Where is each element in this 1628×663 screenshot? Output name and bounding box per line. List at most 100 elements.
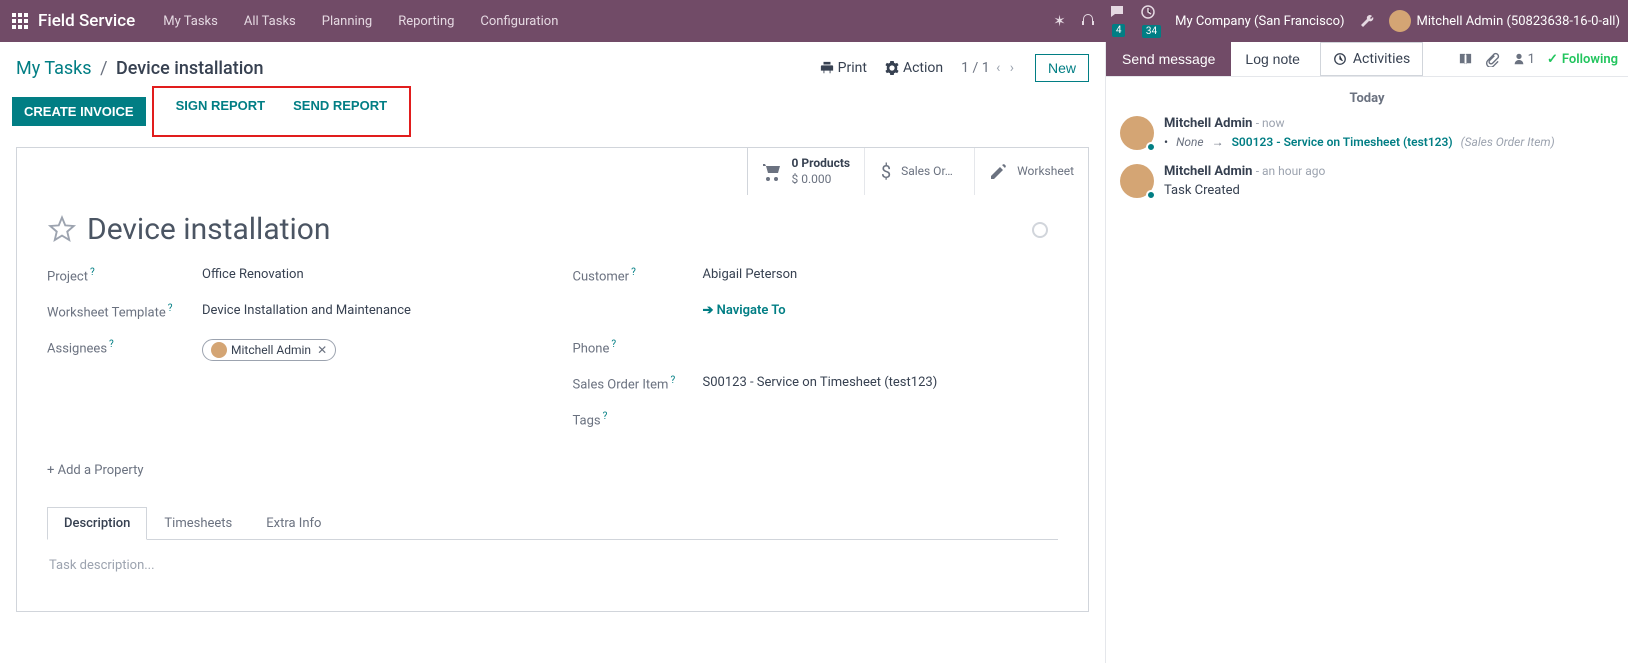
log-time: - now	[1256, 116, 1285, 130]
stat-buttons: 0 Products $ 0.000 $ Sales Or… Worksheet	[747, 148, 1088, 195]
following-label: Following	[1562, 52, 1618, 67]
arrow-right-icon: ➔	[703, 303, 717, 318]
highlighted-report-buttons: SIGN REPORT SEND REPORT	[152, 86, 411, 137]
support-icon[interactable]	[1080, 13, 1096, 29]
log-body: Task Created	[1164, 183, 1614, 198]
attachment-icon[interactable]	[1485, 52, 1500, 67]
change-field-label: (Sales Order Item)	[1461, 135, 1555, 149]
tab-description[interactable]: Description	[47, 507, 147, 540]
avatar[interactable]	[1120, 164, 1154, 198]
chatter-body: Today Mitchell Admin - now • None → S001…	[1106, 77, 1628, 226]
sign-report-button[interactable]: SIGN REPORT	[162, 92, 280, 119]
nav-my-tasks[interactable]: My Tasks	[151, 14, 230, 29]
nav-planning[interactable]: Planning	[310, 14, 384, 29]
record-title[interactable]: Device installation	[87, 212, 330, 247]
add-property-button[interactable]: + Add a Property	[47, 463, 1058, 478]
dollar-icon: $	[879, 162, 891, 182]
tab-timesheets[interactable]: Timesheets	[147, 507, 249, 540]
presence-icon	[1146, 190, 1156, 200]
help-icon[interactable]: ?	[670, 375, 675, 386]
help-icon[interactable]: ?	[603, 411, 608, 422]
log-author[interactable]: Mitchell Admin	[1164, 164, 1252, 179]
avatar	[211, 342, 227, 358]
pager-prev[interactable]: ‹	[996, 60, 1000, 76]
nav-reporting[interactable]: Reporting	[386, 14, 466, 29]
action-button[interactable]: Action	[885, 60, 943, 76]
avatar	[1389, 10, 1411, 32]
tab-extra-info[interactable]: Extra Info	[249, 507, 338, 540]
send-report-button[interactable]: SEND REPORT	[279, 92, 401, 119]
company-selector[interactable]: My Company (San Francisco)	[1175, 14, 1344, 29]
stat-worksheet-label: Worksheet	[1017, 164, 1074, 180]
bullet-icon: •	[1164, 135, 1168, 149]
print-button[interactable]: Print	[820, 60, 867, 76]
help-icon[interactable]: ?	[90, 267, 95, 278]
log-time: - an hour ago	[1256, 164, 1326, 178]
worksheet-template-value[interactable]: Device Installation and Maintenance	[202, 303, 411, 318]
help-icon[interactable]: ?	[109, 339, 114, 350]
pager-text: 1 / 1	[961, 60, 989, 76]
avatar[interactable]	[1120, 116, 1154, 150]
activities-badge: 34	[1142, 25, 1161, 38]
activities-clock-icon[interactable]: 34	[1140, 4, 1161, 38]
stat-products[interactable]: 0 Products $ 0.000	[748, 148, 865, 195]
user-menu[interactable]: Mitchell Admin (50823638-16-0-all)	[1389, 10, 1620, 32]
help-icon[interactable]: ?	[611, 339, 616, 350]
form-sheet: 0 Products $ 0.000 $ Sales Or… Worksheet	[16, 147, 1089, 612]
user-name: Mitchell Admin (50823638-16-0-all)	[1417, 14, 1620, 29]
status-bar: CREATE INVOICE SIGN REPORT SEND REPORT	[0, 86, 1105, 137]
debug-icon[interactable]: ✶	[1053, 12, 1066, 30]
customer-value[interactable]: Abigail Peterson	[703, 267, 798, 282]
description-field[interactable]: Task description...	[49, 558, 1056, 573]
remove-tag-icon[interactable]: ✕	[317, 343, 327, 357]
log-note-button[interactable]: Log note	[1231, 42, 1314, 76]
pager-next[interactable]: ›	[1010, 60, 1014, 76]
followers-button[interactable]: 1	[1512, 52, 1535, 67]
nav-all-tasks[interactable]: All Tasks	[232, 14, 308, 29]
cart-icon	[762, 163, 782, 181]
following-button[interactable]: ✓ Following	[1547, 52, 1618, 67]
log-entry: Mitchell Admin - now • None → S00123 - S…	[1120, 116, 1614, 150]
stat-sales-order[interactable]: $ Sales Or…	[864, 148, 974, 195]
favorite-star-icon[interactable]	[47, 215, 77, 245]
log-author[interactable]: Mitchell Admin	[1164, 116, 1252, 131]
apps-icon[interactable]	[12, 13, 28, 29]
stat-products-title: 0 Products	[792, 156, 851, 172]
customer-label: Customer	[573, 269, 630, 284]
book-icon[interactable]	[1458, 52, 1473, 67]
assignee-chip[interactable]: Mitchell Admin ✕	[202, 339, 336, 361]
help-icon[interactable]: ?	[168, 303, 173, 314]
action-label: Action	[903, 60, 943, 76]
print-label: Print	[838, 60, 867, 76]
chatter-panel: Send message Log note Activities 1 ✓	[1105, 42, 1628, 663]
kanban-state-icon[interactable]	[1032, 222, 1048, 238]
create-invoice-button[interactable]: CREATE INVOICE	[12, 97, 146, 126]
nav-configuration[interactable]: Configuration	[468, 14, 570, 29]
follower-count: 1	[1528, 52, 1535, 67]
app-title: Field Service	[38, 11, 135, 31]
breadcrumb-link[interactable]: My Tasks	[16, 58, 92, 79]
chatter-header: Send message Log note Activities 1 ✓	[1106, 42, 1628, 77]
change-new-value[interactable]: S00123 - Service on Timesheet (test123)	[1232, 135, 1453, 149]
stat-products-amount: $ 0.000	[792, 172, 851, 188]
send-message-button[interactable]: Send message	[1106, 42, 1231, 76]
check-icon: ✓	[1547, 52, 1558, 67]
navigate-to-link[interactable]: ➔ Navigate To	[703, 303, 786, 318]
assignee-name: Mitchell Admin	[231, 343, 311, 357]
day-separator: Today	[1120, 91, 1614, 106]
help-icon[interactable]: ?	[631, 267, 636, 278]
phone-label: Phone	[573, 341, 610, 356]
top-navbar: Field Service My Tasks All Tasks Plannin…	[0, 0, 1628, 42]
project-value[interactable]: Office Renovation	[202, 267, 304, 282]
presence-icon	[1146, 142, 1156, 152]
sales-order-item-label: Sales Order Item	[573, 377, 669, 392]
new-button[interactable]: New	[1035, 54, 1089, 82]
breadcrumb-separator: /	[100, 58, 107, 79]
tools-icon[interactable]	[1359, 13, 1375, 29]
messages-icon[interactable]: 4	[1110, 5, 1126, 37]
stat-worksheet[interactable]: Worksheet	[974, 148, 1088, 195]
activities-button[interactable]: Activities	[1320, 42, 1423, 76]
sales-order-item-value[interactable]: S00123 - Service on Timesheet (test123)	[703, 375, 938, 390]
arrow-right-icon: →	[1212, 135, 1224, 149]
change-old-value: None	[1176, 135, 1204, 149]
